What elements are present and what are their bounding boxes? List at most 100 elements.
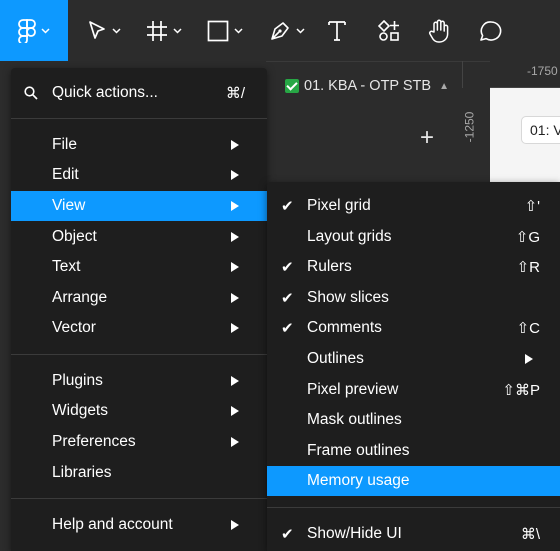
menu-item-label: Arrange xyxy=(52,289,108,306)
menu-item-text[interactable]: Text xyxy=(11,252,267,282)
figma-menu-icon xyxy=(18,18,36,43)
caret-right-icon xyxy=(231,201,239,211)
menu-item-file[interactable]: File xyxy=(11,130,267,160)
chevron-down-icon xyxy=(234,27,243,34)
view-item-frame-outlines[interactable]: Frame outlines xyxy=(267,436,560,466)
comment-tool-button[interactable] xyxy=(474,0,508,61)
view-item-label: Layout grids xyxy=(307,228,392,245)
menu-item-label: Text xyxy=(52,258,81,275)
menu-item-arrange[interactable]: Arrange xyxy=(11,283,267,313)
caret-right-icon xyxy=(525,354,533,364)
pen-tool-icon xyxy=(271,21,289,40)
menu-item-label: View xyxy=(52,197,86,214)
view-item-show-slices[interactable]: ✔ Show slices xyxy=(267,283,560,313)
check-icon: ✔ xyxy=(281,290,294,307)
menu-item-object[interactable]: Object xyxy=(11,222,267,252)
toolbar xyxy=(0,0,560,61)
hand-tool-button[interactable] xyxy=(422,0,456,61)
shortcut: ⇧R xyxy=(516,259,540,276)
move-tool-button[interactable] xyxy=(80,0,128,61)
caret-right-icon xyxy=(231,232,239,242)
shape-tool-button[interactable] xyxy=(200,0,250,61)
hand-tool-icon xyxy=(429,19,449,43)
menu-item-label: Quick actions... xyxy=(52,84,158,101)
caret-right-icon xyxy=(231,520,239,530)
menu-item-label: Plugins xyxy=(52,372,103,389)
check-icon: ✔ xyxy=(281,198,294,215)
chevron-down-icon xyxy=(41,27,50,34)
view-item-pixel-grid[interactable]: ✔ Pixel grid ⇧' xyxy=(267,191,560,221)
shape-tool-icon xyxy=(207,20,229,41)
view-item-memory-usage[interactable]: Memory usage xyxy=(267,466,560,496)
ruler-top-value: -1750 xyxy=(527,64,558,78)
shortcut: ⌘\ xyxy=(520,526,540,543)
menu-item-label: Preferences xyxy=(52,433,136,450)
menu-item-label: Edit xyxy=(52,166,79,183)
menu-item-help-account[interactable]: Help and account xyxy=(11,510,267,540)
check-icon: ✔ xyxy=(281,320,294,337)
shortcut: ⇧C xyxy=(516,320,540,337)
text-tool-button[interactable] xyxy=(320,0,354,61)
view-item-mask-outlines[interactable]: Mask outlines xyxy=(267,405,560,435)
menu-item-widgets[interactable]: Widgets xyxy=(11,396,267,426)
caret-right-icon xyxy=(231,170,239,180)
view-item-label: Show/Hide UI xyxy=(307,525,402,542)
ruler-left-value: -1250 xyxy=(462,111,477,143)
menu-item-label: Widgets xyxy=(52,402,108,419)
menu-item-preferences[interactable]: Preferences xyxy=(11,427,267,457)
caret-right-icon xyxy=(231,140,239,150)
divider xyxy=(11,118,267,119)
view-item-show-hide-ui[interactable]: ✔ Show/Hide UI ⌘\ xyxy=(267,519,560,549)
menu-item-edit[interactable]: Edit xyxy=(11,160,267,190)
chevron-down-icon xyxy=(173,27,182,34)
chevron-down-icon xyxy=(296,27,305,34)
move-tool-icon xyxy=(89,20,105,39)
view-item-outlines[interactable]: Outlines xyxy=(267,344,560,374)
caret-right-icon xyxy=(231,293,239,303)
check-badge-icon xyxy=(285,79,299,93)
view-item-label: Outlines xyxy=(307,350,364,367)
menu-item-view[interactable]: View xyxy=(11,191,267,221)
menu-item-libraries[interactable]: Libraries xyxy=(11,458,267,488)
check-icon: ✔ xyxy=(281,526,294,543)
check-icon: ✔ xyxy=(281,259,294,276)
file-tab[interactable]: 01. KBA - OTP STB ▲ xyxy=(285,78,449,94)
shortcut: ⌘/ xyxy=(225,85,245,102)
pen-tool-button[interactable] xyxy=(262,0,312,61)
view-item-label: Memory usage xyxy=(307,472,410,489)
caret-right-icon xyxy=(231,262,239,272)
menu-item-quick-actions[interactable]: Quick actions... ⌘/ xyxy=(11,78,267,108)
search-icon xyxy=(24,86,38,100)
frame-tool-icon xyxy=(147,20,167,41)
frame-tool-button[interactable] xyxy=(140,0,188,61)
caret-right-icon xyxy=(231,406,239,416)
menu-item-label: Vector xyxy=(52,319,96,336)
view-item-label: Pixel preview xyxy=(307,381,399,398)
menu-item-plugins[interactable]: Plugins xyxy=(11,366,267,396)
menu-item-vector[interactable]: Vector xyxy=(11,313,267,343)
view-submenu: ✔ Pixel grid ⇧' Layout grids ⇧G ✔ Rulers ⇧R ✔… xyxy=(267,182,560,551)
main-menu-button[interactable] xyxy=(0,0,68,61)
text-tool-icon xyxy=(328,20,346,41)
resources-icon xyxy=(378,19,399,41)
view-item-label: Comments xyxy=(307,319,382,336)
view-item-label: Pixel grid xyxy=(307,197,371,214)
menu-item-label: Help and account xyxy=(52,516,173,533)
add-page-button[interactable]: + xyxy=(420,126,434,150)
chevron-down-icon xyxy=(112,27,121,34)
view-item-rulers[interactable]: ✔ Rulers ⇧R xyxy=(267,252,560,282)
menu-item-label: File xyxy=(52,136,77,153)
view-item-pixel-preview[interactable]: Pixel preview ⇧⌘P xyxy=(267,375,560,405)
view-item-label: Mask outlines xyxy=(307,411,402,428)
resources-button[interactable] xyxy=(372,0,406,61)
view-item-label: Frame outlines xyxy=(307,442,410,459)
caret-right-icon xyxy=(231,376,239,386)
frame-label[interactable]: 01: V xyxy=(521,116,560,144)
file-tab-label: 01. KBA - OTP STB xyxy=(304,78,432,94)
caret-right-icon xyxy=(231,437,239,447)
divider xyxy=(11,354,267,355)
view-item-layout-grids[interactable]: Layout grids ⇧G xyxy=(267,222,560,252)
menu-item-label: Object xyxy=(52,228,97,245)
view-item-comments[interactable]: ✔ Comments ⇧C xyxy=(267,313,560,343)
divider xyxy=(267,507,560,508)
